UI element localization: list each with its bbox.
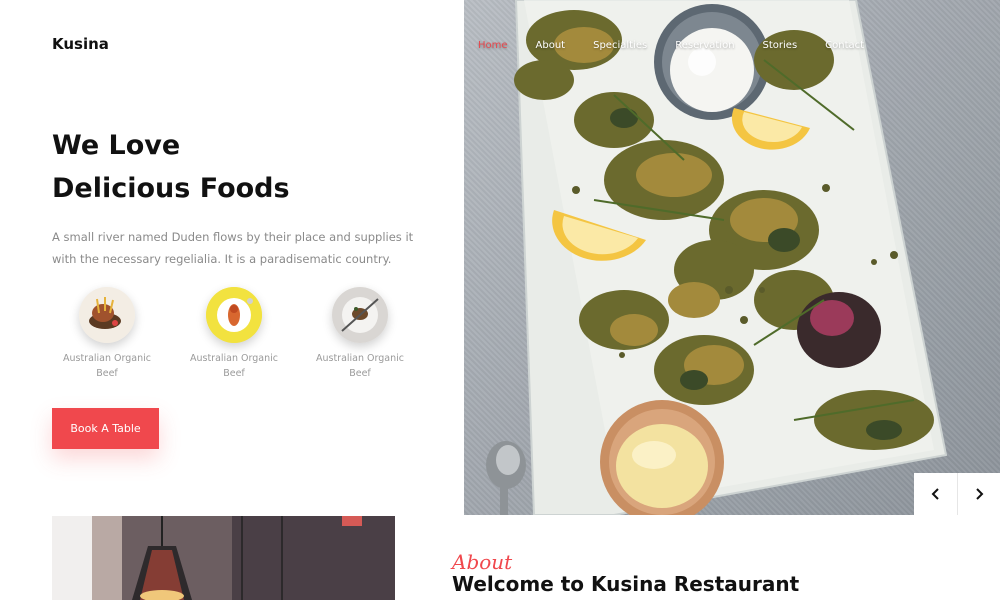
dish-item[interactable]: Australian Organic Beef bbox=[305, 287, 415, 381]
hero-title: We Love Delicious Foods bbox=[52, 124, 432, 210]
hero-title-line-1: We Love bbox=[52, 130, 181, 161]
main-nav: Home About Specialties Reservation Stori… bbox=[478, 37, 892, 53]
chevron-right-icon bbox=[976, 488, 984, 500]
slider-prev-button[interactable] bbox=[914, 473, 957, 515]
dish-label: Australian Organic Beef bbox=[62, 353, 151, 379]
nav-item-home[interactable]: Home bbox=[478, 40, 508, 51]
dish-thumbnail[interactable] bbox=[206, 287, 262, 343]
shrimp-dish-icon bbox=[206, 287, 262, 343]
slider-controls bbox=[914, 473, 1000, 515]
beef-dish-icon bbox=[79, 287, 135, 343]
dish-label: Australian Organic Beef bbox=[315, 353, 404, 379]
slider-next-button[interactable] bbox=[957, 473, 1000, 515]
hero-title-line-2: Delicious Foods bbox=[52, 173, 290, 204]
dish-thumbnail[interactable] bbox=[79, 287, 135, 343]
restaurant-interior-image bbox=[52, 516, 395, 600]
nav-item-about[interactable]: About bbox=[536, 40, 566, 51]
brand-logo[interactable]: Kusina bbox=[52, 35, 109, 53]
dish-thumbnail[interactable] bbox=[332, 287, 388, 343]
featured-dishes: Australian Organic Beef Australian Organ… bbox=[52, 287, 422, 382]
book-table-button[interactable]: Book A Table bbox=[52, 408, 159, 449]
about-script-label: About bbox=[452, 550, 513, 574]
hero-food-image bbox=[464, 0, 1000, 515]
nav-item-specialties[interactable]: Specialties bbox=[593, 40, 647, 51]
plated-dish-icon bbox=[332, 287, 388, 343]
dish-item[interactable]: Australian Organic Beef bbox=[179, 287, 289, 381]
nav-item-contact[interactable]: Contact bbox=[825, 40, 864, 51]
nav-item-reservation[interactable]: Reservation bbox=[675, 40, 734, 51]
pendant-lamp-illustration bbox=[52, 516, 395, 600]
chevron-left-icon bbox=[931, 488, 939, 500]
dish-item[interactable]: Australian Organic Beef bbox=[52, 287, 162, 381]
nav-item-stories[interactable]: Stories bbox=[763, 40, 798, 51]
food-board-illustration bbox=[486, 0, 948, 515]
about-title: Welcome to Kusina Restaurant bbox=[452, 572, 800, 596]
dish-label: Australian Organic Beef bbox=[189, 353, 278, 379]
hero-description: A small river named Duden flows by their… bbox=[52, 230, 414, 266]
